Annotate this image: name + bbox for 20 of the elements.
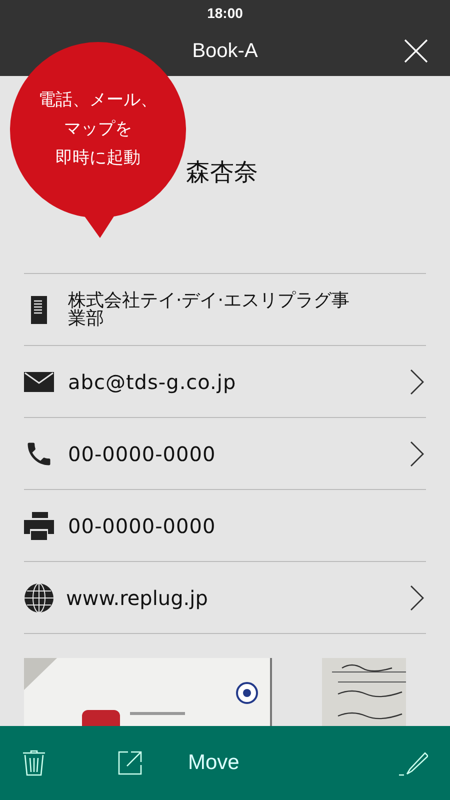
edit-button[interactable] bbox=[398, 750, 428, 776]
contact-name: 森杏奈 bbox=[186, 156, 258, 188]
mail-icon bbox=[24, 372, 54, 392]
chevron-right-icon[interactable] bbox=[410, 584, 424, 611]
move-button[interactable]: Move bbox=[188, 751, 240, 775]
phone-number[interactable]: 00-0000-0000 bbox=[68, 442, 216, 466]
share-button[interactable] bbox=[118, 751, 142, 775]
company-name: 株式会社テイ·デイ·エスリプラグ事業部 bbox=[68, 292, 350, 328]
trash-button[interactable] bbox=[22, 750, 46, 776]
status-time: 18:00 bbox=[207, 5, 243, 21]
book-title: Book-A bbox=[192, 40, 258, 62]
chevron-right-icon[interactable] bbox=[410, 368, 424, 395]
chevron-right-icon[interactable] bbox=[410, 440, 424, 467]
globe-icon bbox=[24, 582, 54, 613]
email-address[interactable]: abc@tds-g.co.jp bbox=[68, 370, 236, 394]
fax-number: 00-0000-0000 bbox=[68, 514, 216, 538]
close-button[interactable] bbox=[404, 39, 428, 63]
printer-icon bbox=[24, 510, 54, 541]
callout-text: 電話、メール、 マップを 即時に起動 bbox=[38, 89, 158, 170]
website-url[interactable]: www.replug.jp bbox=[66, 586, 208, 610]
